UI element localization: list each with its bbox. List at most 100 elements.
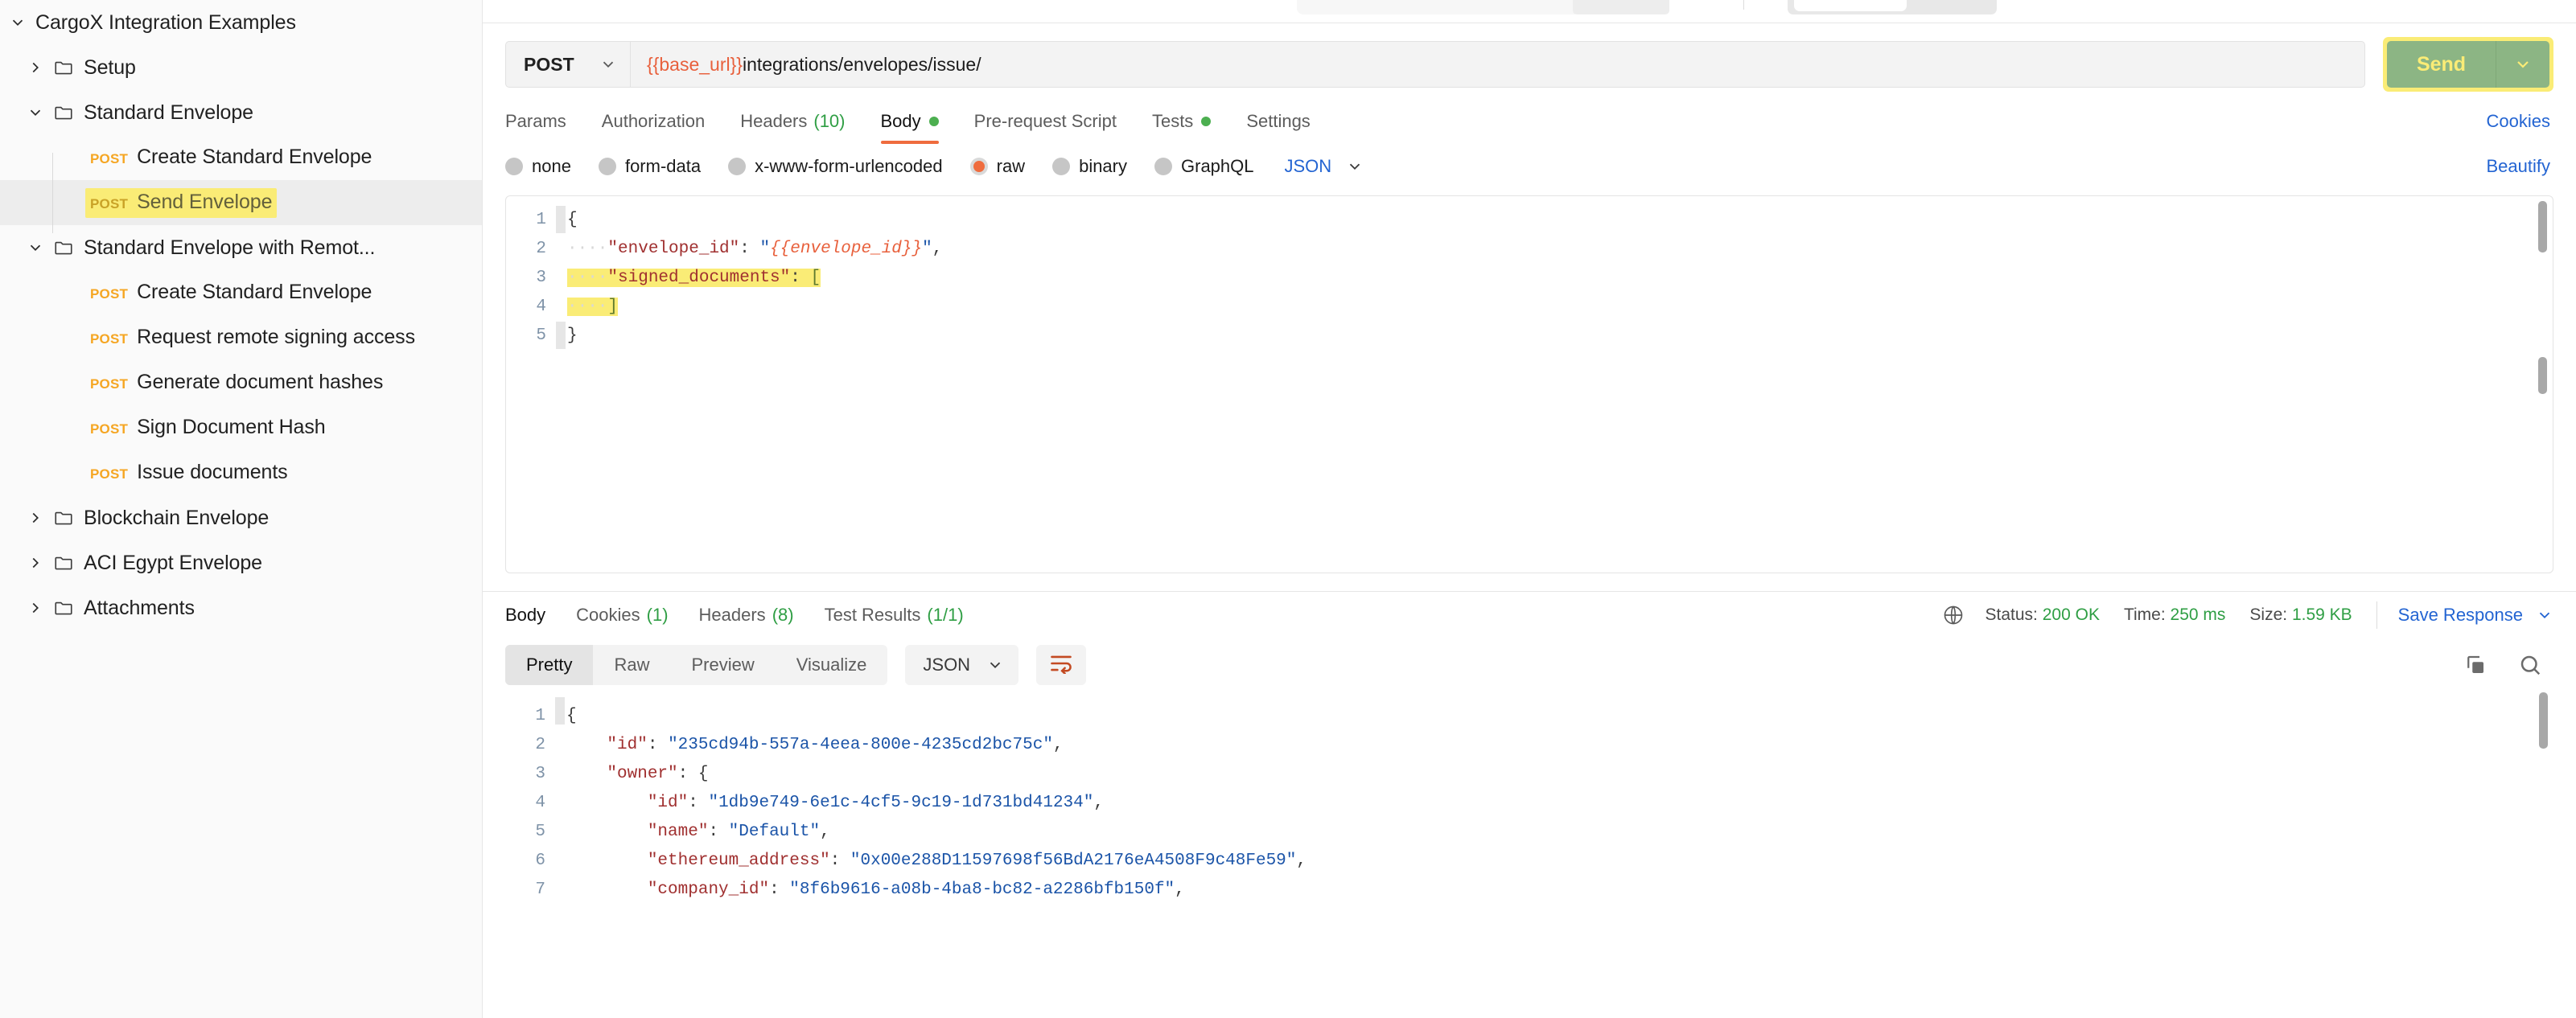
response-view-visualize[interactable]: Visualize [776,645,888,685]
response-body-viewer[interactable]: 123456789 { "id": "235cd94b-557a-4eea-80… [505,692,2553,903]
request-tab-params[interactable]: Params [505,99,566,144]
cookies-link[interactable]: Cookies [2487,111,2553,132]
search-icon[interactable] [2518,653,2542,677]
request-body-code[interactable]: {····"envelope_id": "{{envelope_id}}",··… [567,196,2553,573]
body-type-raw[interactable]: raw [970,156,1025,177]
body-type-x-www-form-urlencoded[interactable]: x-www-form-urlencoded [728,156,943,177]
radio-icon[interactable] [728,158,746,175]
response-fold-column[interactable] [555,692,566,903]
body-type-label: binary [1079,156,1127,177]
radio-icon[interactable] [599,158,616,175]
body-type-label: none [532,156,571,177]
folder-label: Standard Envelope [84,101,253,125]
response-view-preview[interactable]: Preview [670,645,775,685]
request-item-generate-document-hashes[interactable]: POSTGenerate document hashes [0,360,482,405]
folder-icon [53,57,84,78]
request-line-number: 4 [506,293,546,322]
request-item-send-envelope[interactable]: POSTSend Envelope [0,180,482,225]
request-code-line: ····"signed_documents": [ [567,264,2553,293]
chevron-right-icon[interactable] [18,599,53,617]
http-method-badge: POST [90,331,128,347]
request-fold-column[interactable] [556,196,567,573]
chevron-right-icon[interactable] [18,59,53,76]
chevron-down-icon[interactable] [18,239,53,257]
status-value: 200 OK [2043,605,2100,624]
chevron-right-icon[interactable] [18,509,53,527]
response-view-pretty[interactable]: Pretty [505,645,593,685]
request-item-content: POSTCreate Standard Envelope [85,278,377,308]
top-strip-fragment-d [1794,0,1907,11]
request-body-scrollbar[interactable] [2538,201,2547,252]
radio-icon[interactable] [970,158,988,175]
wrap-lines-button[interactable] [1036,645,1086,685]
response-tab-test-results[interactable]: Test Results(1/1) [825,592,964,638]
request-label: Create Standard Envelope [137,146,372,169]
request-tab-settings[interactable]: Settings [1246,99,1311,144]
response-tab-body[interactable]: Body [505,592,545,638]
url-path-text: integrations/envelopes/issue/ [743,54,981,76]
chevron-down-icon[interactable] [18,104,53,121]
request-tab-headers[interactable]: Headers(10) [740,99,845,144]
request-label: Issue documents [137,461,288,484]
request-item-sign-document-hash[interactable]: POSTSign Document Hash [0,405,482,450]
response-line-number: 1 [505,702,545,731]
collection-tree: CargoX Integration ExamplesSetup Standard… [0,0,482,630]
time-item: Time: 250 ms [2124,605,2225,625]
request-item-create-standard-envelope[interactable]: POSTCreate Standard Envelope [0,135,482,180]
collection-root[interactable]: CargoX Integration Examples [0,0,482,45]
response-line-number: 2 [505,731,545,760]
copy-icon[interactable] [2463,653,2488,677]
save-response-button[interactable]: Save Response [2398,605,2553,626]
request-code-line: ····] [567,293,2553,322]
request-item-content: POSTSign Document Hash [85,413,331,443]
chevron-right-icon[interactable] [18,554,53,572]
request-item-content: POSTCreate Standard Envelope [85,143,377,173]
chevron-down-icon[interactable] [0,14,35,31]
request-item-issue-documents[interactable]: POSTIssue documents [0,450,482,495]
unsaved-dot-icon [929,117,939,126]
http-method-selector[interactable]: POST [505,41,630,88]
request-body-scrollbar-secondary[interactable] [2538,357,2547,394]
folder-item-aci-egypt-envelope[interactable]: ACI Egypt Envelope [0,540,482,585]
folder-item-standard-envelope-with-remot[interactable]: Standard Envelope with Remot... [0,225,482,270]
response-code-line: "id": "235cd94b-557a-4eea-800e-4235cd2bc… [566,731,2553,760]
request-url-input[interactable]: {{base_url}}integrations/envelopes/issue… [630,41,2365,88]
send-button[interactable]: Send [2387,41,2549,88]
request-item-create-standard-envelope[interactable]: POSTCreate Standard Envelope [0,270,482,315]
response-format-selector[interactable]: JSON [905,645,1018,685]
request-tab-tests[interactable]: Tests [1152,99,1211,144]
body-type-none[interactable]: none [505,156,571,177]
response-body-scrollbar[interactable] [2539,692,2548,749]
request-item-request-remote-signing-access[interactable]: POSTRequest remote signing access [0,315,482,360]
response-view-label: Raw [614,655,649,675]
radio-icon[interactable] [1052,158,1070,175]
postman-window: CargoX Integration ExamplesSetup Standard… [0,0,2576,1018]
body-type-binary[interactable]: binary [1052,156,1127,177]
response-tab-cookies[interactable]: Cookies(1) [576,592,668,638]
response-line-numbers: 123456789 [505,692,555,903]
beautify-button[interactable]: Beautify [2487,156,2554,177]
request-url-row: POST {{base_url}}integrations/envelopes/… [483,23,2576,91]
folder-item-setup[interactable]: Setup [0,45,482,90]
send-button-label: Send [2387,41,2496,88]
body-format-selector[interactable]: JSON [1285,156,1364,177]
folder-icon [53,552,84,573]
body-type-graphql[interactable]: GraphQL [1154,156,1254,177]
response-tab-count: (1) [647,605,669,626]
request-body-editor[interactable]: 12345 {····"envelope_id": "{{envelope_id… [505,195,2553,573]
send-options-chevron-down-icon[interactable] [2496,41,2549,88]
folder-item-standard-envelope[interactable]: Standard Envelope [0,90,482,135]
radio-icon[interactable] [505,158,523,175]
folder-item-attachments[interactable]: Attachments [0,585,482,630]
request-tab-authorization[interactable]: Authorization [602,99,705,144]
request-tab-body[interactable]: Body [881,99,939,144]
request-tab-pre-request-script[interactable]: Pre-request Script [974,99,1117,144]
response-code-line: "ethereum_address": "0x00e288D11597698f5… [566,847,2553,876]
request-item-content: POSTSend Envelope [85,188,277,218]
request-line-numbers: 12345 [506,196,556,573]
folder-item-blockchain-envelope[interactable]: Blockchain Envelope [0,495,482,540]
response-tab-headers[interactable]: Headers(8) [699,592,794,638]
body-type-form-data[interactable]: form-data [599,156,701,177]
radio-icon[interactable] [1154,158,1172,175]
response-view-raw[interactable]: Raw [593,645,670,685]
